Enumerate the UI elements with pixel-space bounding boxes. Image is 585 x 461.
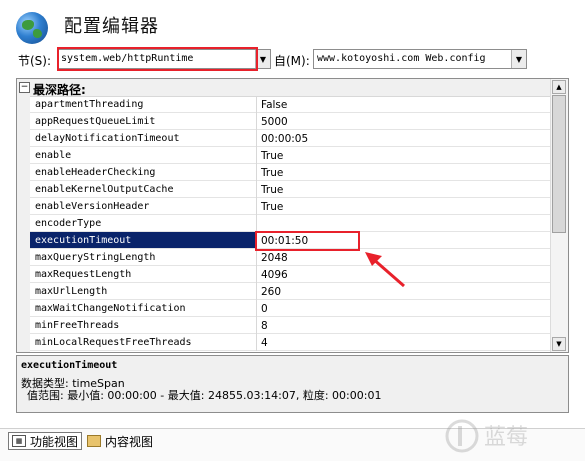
column-divider <box>256 113 257 130</box>
content-view-icon <box>87 435 101 447</box>
property-value[interactable]: True <box>261 150 283 162</box>
property-row[interactable]: delayNotificationTimeout 00:00:05 <box>30 130 551 147</box>
tab-content-label: 内容视图 <box>105 434 154 449</box>
property-name: maxQueryStringLength <box>35 252 156 263</box>
column-divider <box>256 317 257 334</box>
property-name: maxUrlLength <box>35 286 108 297</box>
tab-features-view[interactable]: ▦ 功能视图 <box>8 432 83 450</box>
property-row[interactable]: apartmentThreading False <box>30 96 551 113</box>
category-row[interactable]: − 最深路径: <box>17 79 551 97</box>
property-row[interactable]: maxUrlLength 260 <box>30 283 551 300</box>
features-view-icon: ▦ <box>12 435 26 447</box>
scroll-down-icon[interactable]: ▼ <box>552 337 566 351</box>
from-value: www.kotoyoshi.com Web.config <box>317 53 486 64</box>
property-value[interactable]: True <box>261 184 283 196</box>
property-row[interactable]: enableVersionHeader True <box>30 198 551 215</box>
property-value[interactable]: 00:00:05 <box>261 133 308 145</box>
property-value[interactable]: 4 <box>261 337 268 349</box>
property-row[interactable]: maxQueryStringLength 2048 <box>30 249 551 266</box>
column-divider <box>256 215 257 232</box>
watermark-logo: 蓝莓 <box>445 419 528 453</box>
property-value[interactable]: True <box>261 201 283 213</box>
property-name: encoderType <box>35 218 102 229</box>
property-row[interactable]: enableKernelOutputCache True <box>30 181 551 198</box>
property-value[interactable]: 0 <box>261 303 268 315</box>
page-title: 配置编辑器 <box>64 16 159 37</box>
property-row[interactable]: enable True <box>30 147 551 164</box>
vertical-scrollbar[interactable]: ▲ ▼ <box>550 79 568 352</box>
description-range: 值范围: 最小值: 00:00:00 - 最大值: 24855.03:14:07… <box>27 389 382 402</box>
property-value[interactable]: 8 <box>261 320 268 332</box>
property-row[interactable]: enableHeaderChecking True <box>30 164 551 181</box>
property-name: apartmentThreading <box>35 99 144 110</box>
property-row[interactable]: maxWaitChangeNotification 0 <box>30 300 551 317</box>
property-name: enable <box>35 150 72 161</box>
description-title: executionTimeout <box>21 360 118 371</box>
watermark-text: 蓝莓 <box>484 425 528 450</box>
property-value[interactable]: 260 <box>261 286 281 298</box>
section-label: 节(S): <box>18 54 52 68</box>
column-divider <box>256 198 257 215</box>
property-name: delayNotificationTimeout <box>35 133 180 144</box>
chevron-down-icon[interactable]: ▼ <box>511 50 526 68</box>
grid-margin <box>17 96 30 352</box>
highlight-box-section <box>57 47 258 71</box>
property-grid: − 最深路径: apartmentThreading False appReques… <box>16 78 569 353</box>
from-dropdown[interactable]: www.kotoyoshi.com Web.config ▼ <box>313 49 527 69</box>
property-name: enableHeaderChecking <box>35 167 156 178</box>
property-row[interactable]: encoderType <box>30 215 551 232</box>
property-name: minLocalRequestFreeThreads <box>35 337 192 348</box>
column-divider <box>256 164 257 181</box>
tab-features-label: 功能视图 <box>30 434 79 449</box>
column-divider <box>256 300 257 317</box>
from-label: 自(M): <box>274 54 310 68</box>
property-name: enableKernelOutputCache <box>35 184 174 195</box>
property-value[interactable]: 2048 <box>261 252 288 264</box>
property-name: appRequestQueueLimit <box>35 116 156 127</box>
column-divider <box>256 283 257 300</box>
property-row[interactable]: minLocalRequestFreeThreads 4 <box>30 334 551 351</box>
property-name: minFreeThreads <box>35 320 120 331</box>
property-value[interactable]: 5000 <box>261 116 288 128</box>
property-name: maxRequestLength <box>35 269 132 280</box>
property-name: maxWaitChangeNotification <box>35 303 186 314</box>
scroll-thumb[interactable] <box>552 95 566 233</box>
column-divider <box>256 96 257 113</box>
property-name: enableVersionHeader <box>35 201 150 212</box>
scroll-up-icon[interactable]: ▲ <box>552 80 566 94</box>
collapse-icon[interactable]: − <box>19 82 30 93</box>
annotation-arrow-icon <box>365 252 405 288</box>
property-row[interactable]: maxRequestLength 4096 <box>30 266 551 283</box>
property-row[interactable]: minFreeThreads 8 <box>30 317 551 334</box>
column-divider <box>256 334 257 351</box>
tab-content-view[interactable]: 内容视图 <box>84 432 156 450</box>
column-divider <box>256 130 257 147</box>
property-value[interactable]: 4096 <box>261 269 288 281</box>
description-panel: executionTimeout 数据类型: timeSpan 值范围: 最小值… <box>16 355 569 413</box>
column-divider <box>256 147 257 164</box>
property-row[interactable]: appRequestQueueLimit 5000 <box>30 113 551 130</box>
column-divider <box>256 249 257 266</box>
property-name: executionTimeout <box>35 235 132 246</box>
globe-icon <box>16 12 48 44</box>
property-value[interactable]: False <box>261 99 287 111</box>
column-divider <box>256 266 257 283</box>
highlight-box-value <box>255 231 360 251</box>
column-divider <box>256 181 257 198</box>
property-value[interactable]: True <box>261 167 283 179</box>
